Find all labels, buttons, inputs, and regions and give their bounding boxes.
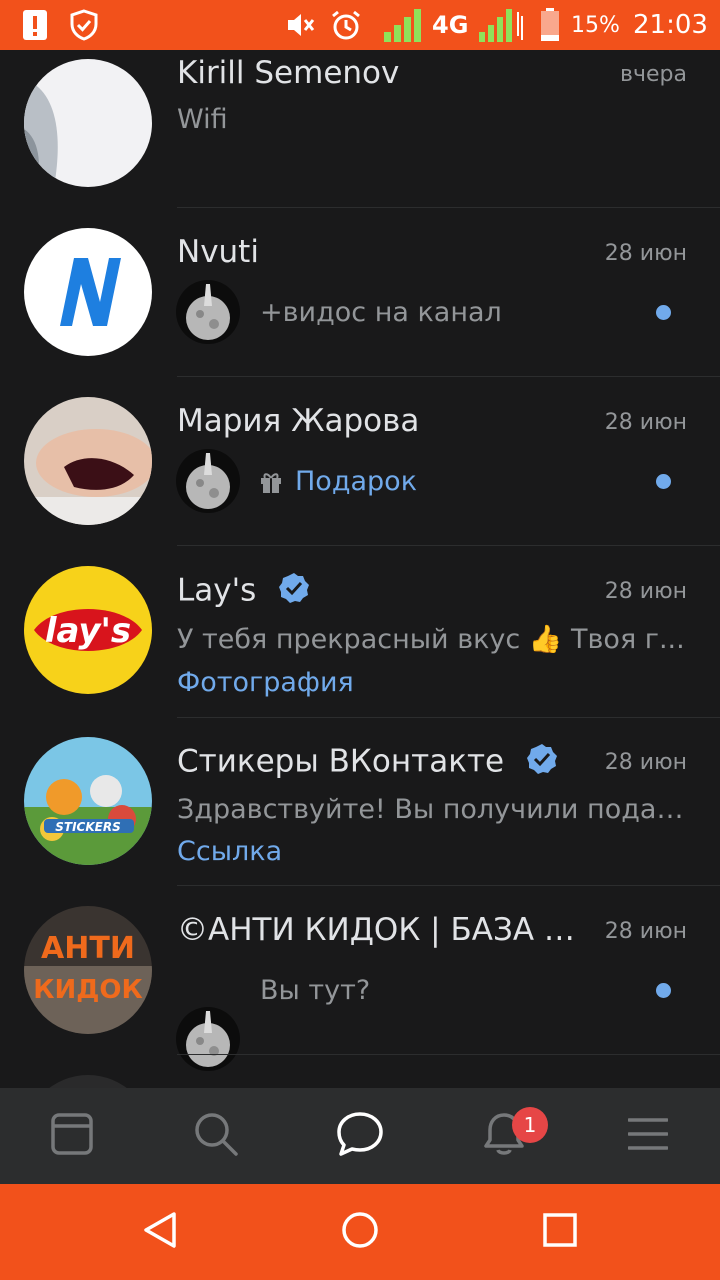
chat-row-kirill-semenov[interactable]: Kirill Semenov вчера Wifi <box>0 50 720 209</box>
chat-message: У тебя прекрасный вкус 👍 Твоя г... <box>177 624 685 655</box>
nav-menu-button[interactable] <box>576 1088 720 1184</box>
nav-notifications-button[interactable] <box>432 1088 576 1184</box>
chat-name-wrap: Стикеры ВКонтакте <box>177 743 597 783</box>
sender-avatar <box>176 280 240 344</box>
divider <box>177 1054 720 1055</box>
chat-row-lays[interactable]: lay's Lay's 28 июн У тебя прекрасный вку… <box>0 547 720 718</box>
unread-dot <box>656 474 671 489</box>
chat-list[interactable]: Kirill Semenov вчера Wifi Nvuti 28 июн +… <box>0 50 720 1088</box>
verified-icon <box>526 743 558 783</box>
back-icon <box>140 1210 180 1254</box>
home-icon <box>340 1210 380 1254</box>
avatar: STICKERS <box>24 737 152 865</box>
chat-date: 28 июн <box>604 410 687 435</box>
chat-date: вчера <box>620 62 687 87</box>
network-type: 4G <box>432 11 469 39</box>
nav-news-button[interactable] <box>0 1088 144 1184</box>
chat-message-link: Подарок <box>295 466 418 497</box>
unread-dot <box>656 983 671 998</box>
avatar: lay's <box>24 566 152 694</box>
chat-row-nvuti[interactable]: Nvuti 28 июн +видос на канал <box>0 209 720 378</box>
recents-button[interactable] <box>500 1184 620 1280</box>
mute-icon <box>286 0 316 50</box>
chat-name: Lay's <box>177 572 257 609</box>
news-icon <box>50 1112 94 1160</box>
avatar <box>24 397 152 525</box>
home-button[interactable] <box>300 1184 420 1280</box>
bottom-navigation <box>0 1088 720 1184</box>
notifications-badge: 1 <box>512 1107 548 1143</box>
svg-text:lay's: lay's <box>45 611 131 651</box>
chat-name: Стикеры ВКонтакте <box>177 743 505 780</box>
messages-icon <box>336 1111 384 1161</box>
svg-text:КИДОК: КИДОК <box>33 975 143 1005</box>
chat-row-vk-stickers[interactable]: STICKERS Стикеры ВКонтакте 28 июн Здравс… <box>0 718 720 887</box>
chat-date: 28 июн <box>604 241 687 266</box>
nav-search-button[interactable] <box>144 1088 288 1184</box>
clock: 21:03 <box>633 10 708 40</box>
chat-message: Вы тут? <box>260 975 371 1006</box>
nav-messages-button[interactable] <box>288 1088 432 1184</box>
avatar <box>24 59 152 187</box>
signal-icon <box>383 0 423 50</box>
chat-attachment: Фотография <box>177 667 354 698</box>
divider <box>177 885 720 886</box>
menu-icon <box>627 1117 669 1155</box>
shield-check-icon <box>70 0 98 50</box>
android-navigation-bar <box>0 1184 720 1280</box>
search-icon <box>193 1111 239 1161</box>
divider <box>177 545 720 546</box>
battery-percent: 15% <box>571 12 620 38</box>
chat-date: 28 июн <box>604 579 687 604</box>
unread-dot <box>656 305 671 320</box>
signal-2-icon <box>478 0 528 50</box>
verified-icon <box>278 572 310 612</box>
chat-row-partial[interactable] <box>0 1056 720 1088</box>
svg-text:STICKERS: STICKERS <box>55 820 120 834</box>
alert-icon <box>22 0 48 50</box>
gift-icon <box>260 470 282 498</box>
sender-avatar <box>176 449 240 513</box>
avatar <box>24 228 152 356</box>
svg-text:АНТИ: АНТИ <box>41 931 135 966</box>
chat-date: 28 июн <box>604 750 687 775</box>
chat-message: +видос на канал <box>260 297 502 328</box>
chat-name-wrap: Lay's <box>177 572 597 612</box>
chat-message: Wifi <box>177 104 228 135</box>
recents-icon <box>542 1212 578 1252</box>
chat-row-anti-kidok[interactable]: АНТИ КИДОК ©АНТИ КИДОК | БАЗА К... 28 ию… <box>0 887 720 1071</box>
back-button[interactable] <box>100 1184 220 1280</box>
chat-name: Kirill Semenov <box>177 55 400 91</box>
battery-icon <box>540 0 560 50</box>
chat-name: Nvuti <box>177 234 259 270</box>
chat-date: 28 июн <box>604 919 687 944</box>
avatar <box>24 1075 152 1088</box>
status-bar: 4G 15% 21:03 <box>0 0 720 50</box>
chat-row-maria-zharova[interactable]: Мария Жарова 28 июн Подарок <box>0 378 720 547</box>
divider <box>177 207 720 208</box>
chat-message: Здравствуйте! Вы получили подар... <box>177 794 687 825</box>
avatar: АНТИ КИДОК <box>24 906 152 1034</box>
chat-name: Мария Жарова <box>177 403 420 439</box>
chat-attachment: Ссылка <box>177 836 283 867</box>
alarm-icon <box>330 0 362 50</box>
divider <box>177 376 720 377</box>
chat-name: ©АНТИ КИДОК | БАЗА К... <box>177 912 582 948</box>
